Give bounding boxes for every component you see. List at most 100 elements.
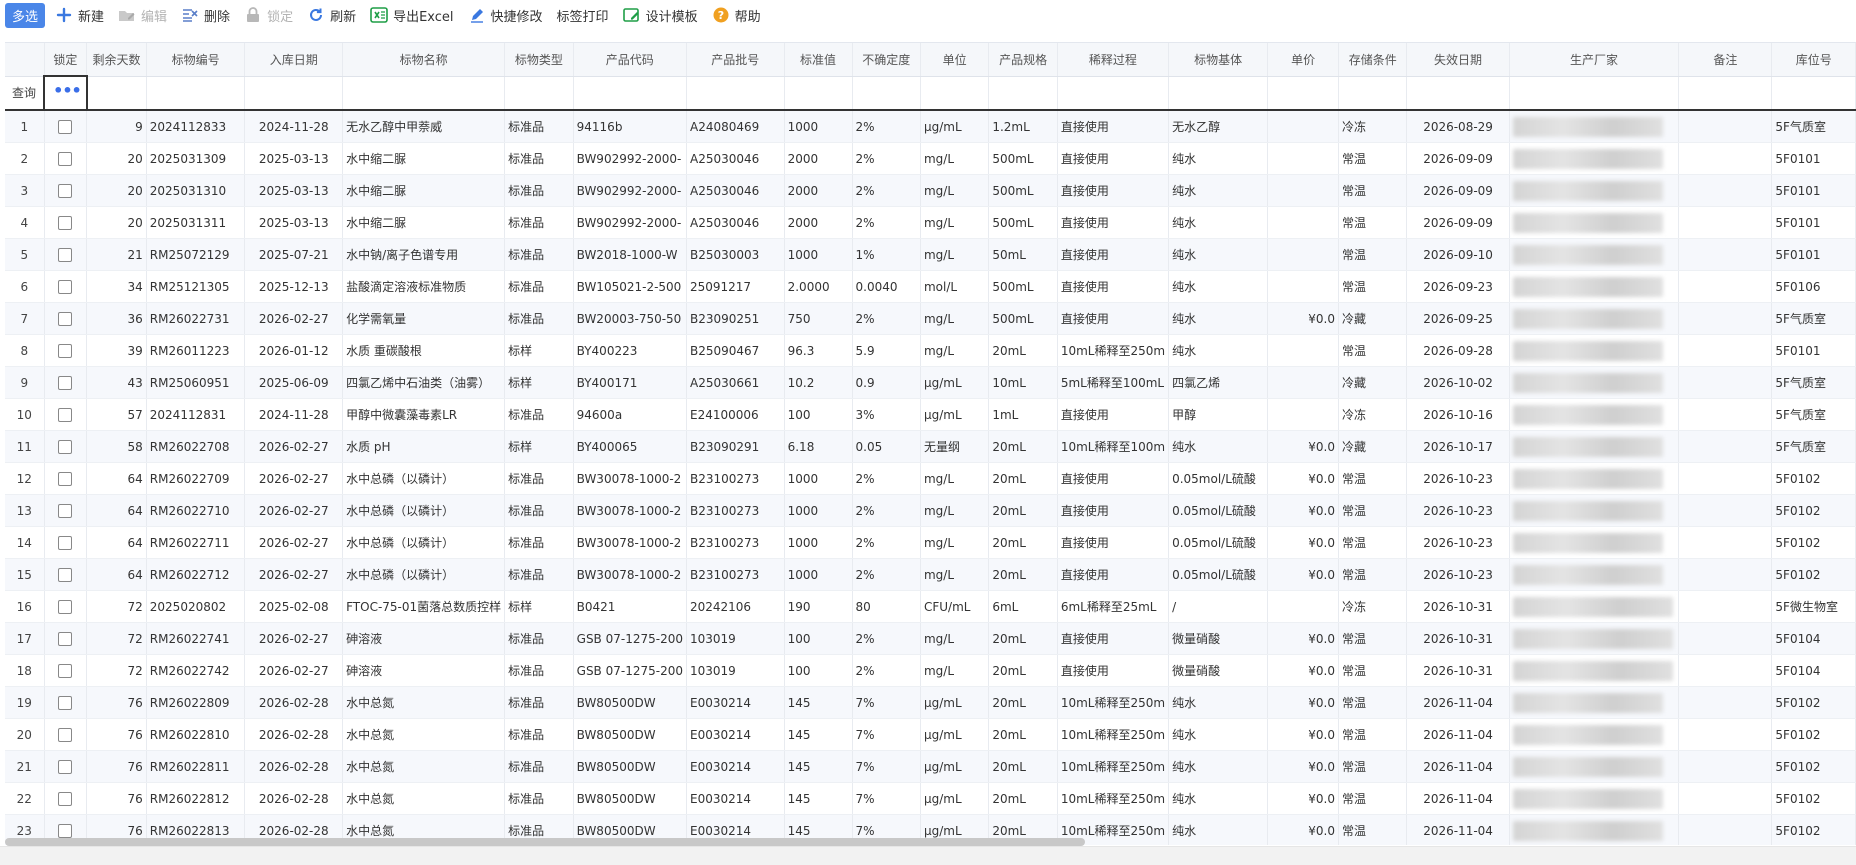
location-cell[interactable]: 5F0101 — [1771, 174, 1856, 207]
spec-cell[interactable]: 20mL — [988, 526, 1058, 559]
price-cell[interactable]: ¥0.0 — [1267, 302, 1339, 335]
material-name-cell[interactable]: 水中钠/离子色谱专用 — [342, 238, 506, 271]
spec-cell[interactable]: 20mL — [988, 750, 1058, 783]
days-remaining-cell[interactable]: 20 — [86, 142, 147, 175]
spec-cell[interactable]: 500mL — [988, 270, 1058, 303]
inbound-date-cell[interactable]: 2026-02-27 — [244, 622, 344, 655]
standard-value-cell[interactable]: 100 — [784, 622, 853, 655]
material-type-cell[interactable]: 标准品 — [504, 558, 574, 591]
spec-cell[interactable]: 20mL — [988, 494, 1058, 527]
uncertainty-cell[interactable]: 7% — [852, 718, 921, 751]
material-name-cell[interactable]: 水中总磷（以磷计） — [342, 462, 506, 495]
note-cell[interactable] — [1678, 718, 1773, 751]
inbound-date-cell[interactable]: 2026-02-27 — [244, 654, 344, 687]
query-filter[interactable] — [686, 76, 785, 111]
product-code-cell[interactable]: BW30078-1000-2 — [573, 462, 687, 495]
note-cell[interactable] — [1678, 366, 1773, 399]
table-row[interactable]: 9 43 RM25060951 2025-06-09 四氯乙烯中石油类（油雾） 标样 BY4… — [5, 366, 1856, 399]
material-type-cell[interactable]: 标样 — [504, 430, 574, 463]
note-cell[interactable] — [1678, 782, 1773, 815]
expiry-date-cell[interactable]: 2026-09-09 — [1406, 142, 1510, 175]
price-cell[interactable]: ¥0.0 — [1267, 526, 1339, 559]
manufacturer-cell[interactable] — [1509, 110, 1680, 143]
storage-cell[interactable]: 常温 — [1338, 654, 1408, 687]
inbound-date-cell[interactable]: 2026-02-28 — [244, 750, 344, 783]
uncertainty-cell[interactable]: 7% — [852, 686, 921, 719]
location-cell[interactable]: 5F气质室 — [1771, 302, 1856, 335]
query-filter[interactable] — [1168, 76, 1269, 111]
matrix-cell[interactable]: 纯水 — [1168, 302, 1269, 335]
table-row[interactable]: 8 39 RM26011223 2026-01-12 水质 重碳酸根 标样 BY400223… — [5, 334, 1856, 367]
expiry-date-cell[interactable]: 2026-10-23 — [1406, 462, 1510, 495]
lock-checkbox[interactable] — [58, 343, 73, 358]
uncertainty-cell[interactable]: 7% — [852, 750, 921, 783]
material-code-cell[interactable]: RM26011223 — [146, 334, 246, 367]
dilution-cell[interactable]: 直接使用 — [1057, 526, 1170, 559]
lock-checkbox[interactable] — [58, 759, 73, 774]
lock-checkbox[interactable] — [58, 599, 73, 614]
unit-cell[interactable]: μg/mL — [920, 750, 990, 783]
product-code-cell[interactable]: BW20003-750-50 — [573, 302, 687, 335]
material-code-cell[interactable]: 2025031309 — [146, 142, 246, 175]
days-remaining-cell[interactable]: 64 — [86, 494, 147, 527]
table-row[interactable]: 20 76 RM26022810 2026-02-28 水中总氮 标准品 BW80500DW… — [5, 718, 1856, 751]
days-remaining-cell[interactable]: 34 — [86, 270, 147, 303]
query-filter[interactable] — [920, 76, 990, 111]
query-filter[interactable] — [342, 76, 506, 111]
standard-value-cell[interactable]: 1000 — [784, 238, 853, 271]
storage-cell[interactable]: 冷冻 — [1338, 398, 1408, 431]
matrix-cell[interactable]: 四氯乙烯 — [1168, 366, 1269, 399]
location-cell[interactable]: 5F气质室 — [1771, 110, 1856, 143]
uncertainty-cell[interactable]: 2% — [852, 206, 921, 239]
manufacturer-cell[interactable] — [1509, 686, 1680, 719]
manufacturer-cell[interactable] — [1509, 590, 1680, 623]
storage-cell[interactable]: 冷藏 — [1338, 366, 1408, 399]
batch-number-cell[interactable]: A24080469 — [686, 110, 785, 143]
storage-cell[interactable]: 常温 — [1338, 718, 1408, 751]
standard-value-cell[interactable]: 10.2 — [784, 366, 853, 399]
table-row[interactable]: 16 72 2025020802 2025-02-08 FTOC-75-01菌落总数质控… — [5, 590, 1856, 623]
location-cell[interactable]: 5F0101 — [1771, 334, 1856, 367]
material-name-cell[interactable]: 四氯乙烯中石油类（油雾） — [342, 366, 506, 399]
header-cell[interactable]: 标准值 — [784, 43, 853, 77]
header-cell[interactable]: 标物类型 — [504, 43, 574, 77]
expiry-date-cell[interactable]: 2026-11-04 — [1406, 782, 1510, 815]
unit-cell[interactable]: mg/L — [920, 174, 990, 207]
location-cell[interactable]: 5F气质室 — [1771, 366, 1856, 399]
price-cell[interactable] — [1267, 270, 1339, 303]
header-cell[interactable]: 单位 — [920, 43, 990, 77]
product-code-cell[interactable]: BW30078-1000-2 — [573, 558, 687, 591]
expiry-date-cell[interactable]: 2026-11-04 — [1406, 750, 1510, 783]
lock-checkbox[interactable] — [58, 695, 73, 710]
material-name-cell[interactable]: 水中总磷（以磷计） — [342, 526, 506, 559]
days-remaining-cell[interactable]: 64 — [86, 526, 147, 559]
note-cell[interactable] — [1678, 174, 1773, 207]
query-filter[interactable] — [1057, 76, 1170, 111]
note-cell[interactable] — [1678, 526, 1773, 559]
storage-cell[interactable]: 常温 — [1338, 782, 1408, 815]
material-code-cell[interactable]: 2025031311 — [146, 206, 246, 239]
batch-number-cell[interactable]: B25090467 — [686, 334, 785, 367]
manufacturer-cell[interactable] — [1509, 366, 1680, 399]
note-cell[interactable] — [1678, 750, 1773, 783]
manufacturer-cell[interactable] — [1509, 558, 1680, 591]
table-row[interactable]: 5 21 RM25072129 2025-07-21 水中钠/离子色谱专用 标准品 BW20… — [5, 238, 1856, 271]
material-name-cell[interactable]: 砷溶液 — [342, 622, 506, 655]
batch-number-cell[interactable]: E0030214 — [686, 686, 785, 719]
material-name-cell[interactable]: 水中缩二脲 — [342, 174, 506, 207]
lock-checkbox[interactable] — [58, 471, 73, 486]
note-cell[interactable] — [1678, 686, 1773, 719]
header-cell[interactable]: 锁定 — [44, 43, 88, 77]
query-filter[interactable] — [504, 76, 574, 111]
expiry-date-cell[interactable]: 2026-11-04 — [1406, 686, 1510, 719]
unit-cell[interactable]: mg/L — [920, 206, 990, 239]
spec-cell[interactable]: 1.2mL — [988, 110, 1058, 143]
manufacturer-cell[interactable] — [1509, 750, 1680, 783]
export-excel-button[interactable]: 导出Excel — [370, 6, 454, 25]
unit-cell[interactable]: μg/mL — [920, 110, 990, 143]
lock-checkbox[interactable] — [58, 439, 73, 454]
manufacturer-cell[interactable] — [1509, 814, 1680, 845]
uncertainty-cell[interactable]: 80 — [852, 590, 921, 623]
location-cell[interactable]: 5F0101 — [1771, 238, 1856, 271]
matrix-cell[interactable]: 无水乙醇 — [1168, 110, 1269, 143]
